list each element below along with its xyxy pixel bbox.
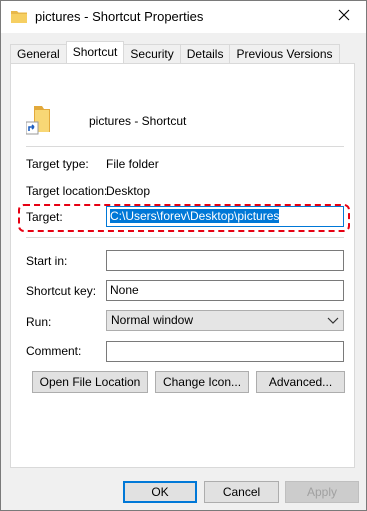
run-value: Normal window: [111, 313, 194, 327]
ok-button[interactable]: OK: [123, 481, 197, 503]
divider: [26, 237, 344, 238]
target-value: C:\Users\forev\Desktop\pictures: [110, 209, 280, 223]
shortcut-panel: pictures - Shortcut Target type: File fo…: [10, 63, 355, 468]
shortcut-key-field[interactable]: None: [106, 280, 344, 301]
advanced-button[interactable]: Advanced...: [256, 371, 345, 393]
tab-shortcut[interactable]: Shortcut: [65, 41, 125, 63]
chevron-down-icon: [327, 313, 339, 327]
change-icon-button[interactable]: Change Icon...: [155, 371, 249, 393]
target-location-value: Desktop: [106, 184, 151, 198]
target-type-label: Target type:: [26, 157, 89, 171]
start-in-field[interactable]: [106, 250, 344, 271]
cancel-button[interactable]: Cancel: [204, 481, 279, 503]
window-title: pictures - Shortcut Properties: [35, 9, 204, 24]
run-label: Run:: [26, 315, 52, 329]
tab-strip: General Shortcut Security Details Previo…: [10, 41, 340, 63]
properties-window: pictures - Shortcut Properties General S…: [0, 0, 367, 511]
target-label: Target:: [26, 210, 63, 224]
comment-field[interactable]: [106, 341, 344, 362]
close-button[interactable]: [322, 1, 366, 31]
folder-icon: [11, 10, 27, 23]
comment-label: Comment:: [26, 344, 82, 358]
open-file-location-button[interactable]: Open File Location: [32, 371, 148, 393]
dialog-body: General Shortcut Security Details Previo…: [1, 33, 366, 510]
target-type-value: File folder: [106, 157, 159, 171]
tab-security[interactable]: Security: [123, 44, 181, 63]
apply-button[interactable]: Apply: [285, 481, 359, 503]
start-in-label: Start in:: [26, 254, 68, 268]
run-select[interactable]: Normal window: [106, 310, 344, 331]
tab-general[interactable]: General: [10, 44, 67, 63]
target-location-label: Target location:: [26, 184, 108, 198]
target-field[interactable]: C:\Users\forev\Desktop\pictures: [106, 206, 344, 227]
tab-details[interactable]: Details: [179, 44, 231, 63]
tab-previous-versions[interactable]: Previous Versions: [229, 44, 340, 63]
shortcut-name: pictures - Shortcut: [89, 114, 187, 128]
folder-shortcut-icon: [25, 104, 58, 136]
divider: [26, 146, 344, 147]
close-icon: [338, 9, 350, 24]
title-bar[interactable]: pictures - Shortcut Properties: [1, 1, 366, 33]
shortcut-key-label: Shortcut key:: [26, 284, 97, 298]
